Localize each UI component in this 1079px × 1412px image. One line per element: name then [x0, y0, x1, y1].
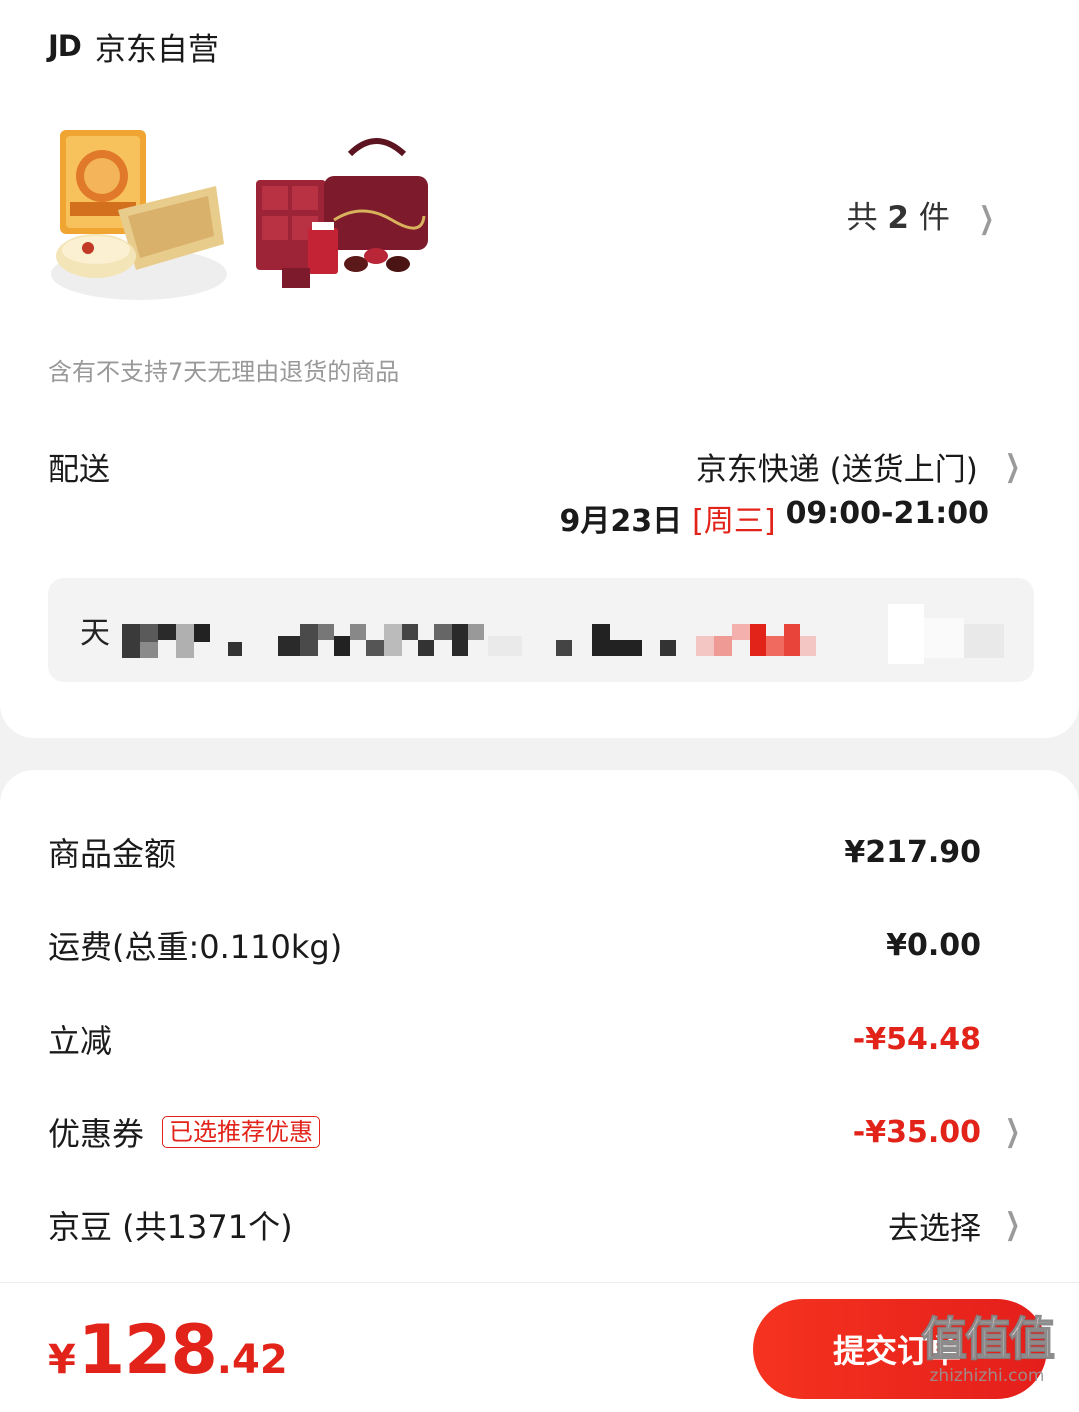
total-price: ¥ 128 .42 [48, 1311, 288, 1390]
row-instant-discount: 立减 -¥54.48 [0, 1009, 1079, 1069]
row-goods-amount: 商品金额 ¥217.90 [0, 822, 1079, 882]
chevron-right-icon: ❯ [1004, 448, 1020, 484]
coupon-label: 优惠券 [48, 1115, 145, 1153]
shipping-date: 9月23日 [559, 504, 683, 539]
total-decimal: .42 [216, 1337, 288, 1383]
count-prefix: 共 [846, 200, 878, 236]
jd-logo: JD [48, 29, 82, 63]
shipping-weekday: [周三] [692, 504, 776, 539]
product-thumbnail-costa-gift[interactable] [252, 124, 434, 306]
shipping-label: 配送 [48, 452, 110, 488]
count-number: 2 [887, 200, 909, 236]
order-confirm-page: JD 京东自营 共 2 件 ❯ 含有不支持7天无理由退货的商品 配送 京东快递 … [0, 0, 1079, 1412]
instant-discount-value: -¥54.48 [852, 1021, 981, 1057]
store-name: 京东自营 [94, 31, 219, 68]
costa-gift-image [252, 124, 434, 306]
site-watermark: 值值值 zhizhizhi.com [907, 1312, 1067, 1404]
count-suffix: 件 [918, 200, 950, 236]
instant-discount-label: 立减 [48, 1022, 113, 1060]
store-header: JD 京东自营 [48, 26, 219, 68]
shipping-fee-value: ¥0.00 [886, 927, 981, 963]
shipping-time-range: 09:00-21:00 [785, 496, 989, 531]
product-count: 共 2 件 [847, 192, 950, 237]
coupon-tag: 已选推荐优惠 [162, 1115, 321, 1149]
store-card: JD 京东自营 共 2 件 ❯ 含有不支持7天无理由退货的商品 配送 京东快递 … [0, 0, 1079, 738]
product-thumbnail-mooncake[interactable] [48, 124, 230, 306]
address-box[interactable]: 天 [48, 578, 1034, 682]
shipping-time[interactable]: 9月23日 [周三] 09:00-21:00 [560, 496, 989, 540]
shipping-fee-label: 运费(总重:0.110kg) [48, 928, 343, 966]
shipping-method: 京东快递 (送货上门) [695, 452, 978, 488]
chevron-right-icon: ❯ [1004, 1207, 1020, 1242]
address-first-char: 天 [80, 616, 110, 651]
mooncake-image [48, 124, 230, 306]
shipping-method-selector[interactable]: 京东快递 (送货上门) ❯ [696, 444, 1025, 489]
chevron-right-icon: ❯ [1004, 1114, 1020, 1149]
no-return-notice: 含有不支持7天无理由退货的商品 [48, 358, 400, 386]
row-coupon[interactable]: 优惠券 已选推荐优惠 -¥35.00 ❯ [0, 1102, 1079, 1162]
coupon-value: -¥35.00 [852, 1114, 981, 1150]
coupon-chevron: ❯ [1000, 1102, 1025, 1162]
goods-amount-label: 商品金额 [48, 835, 177, 873]
jd-beans-label: 京豆 (共1371个) [48, 1208, 293, 1246]
jd-beans-value: 去选择 [888, 1210, 981, 1247]
row-shipping-fee: 运费(总重:0.110kg) ¥0.00 [0, 915, 1079, 975]
product-thumbnails[interactable] [48, 124, 434, 306]
goods-amount-value: ¥217.90 [844, 834, 981, 870]
watermark-logo: 值值值 [920, 1312, 1056, 1366]
total-currency: ¥ [48, 1337, 76, 1383]
row-jd-beans[interactable]: 京豆 (共1371个) 去选择 ❯ [0, 1195, 1079, 1255]
jd-beans-chevron: ❯ [1000, 1195, 1025, 1255]
chevron-right-icon: ❯ [978, 200, 994, 236]
product-count-link[interactable]: 共 2 件 ❯ [847, 192, 999, 237]
total-integer: 128 [77, 1311, 218, 1390]
watermark-url: zhizhizhi.com [929, 1366, 1045, 1386]
coupon-label-group: 优惠券 已选推荐优惠 [48, 1102, 321, 1162]
